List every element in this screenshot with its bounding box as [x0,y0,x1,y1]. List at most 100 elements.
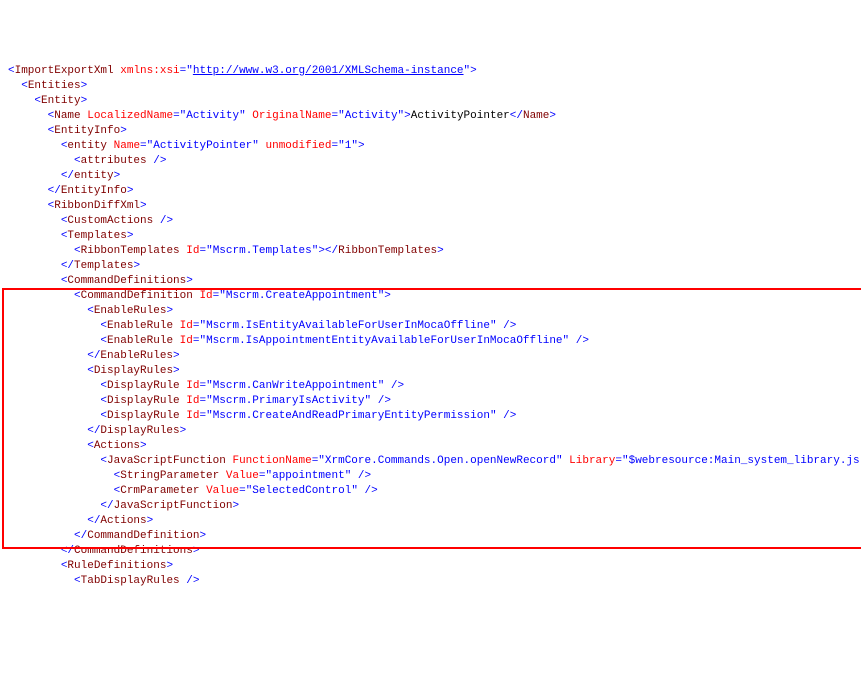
code-line[interactable]: <Entities> [8,79,853,94]
code-line[interactable]: </EnableRules> [8,349,853,364]
code-line[interactable]: </Actions> [8,514,853,529]
token: CustomActions [67,215,153,227]
token: </ [61,170,74,182]
code-line[interactable]: <CommandDefinitions> [8,274,853,289]
code-line[interactable]: </CommandDefinitions> [8,544,853,559]
token: Actions [94,440,140,452]
token: > [114,170,121,182]
token: = [173,110,180,122]
token: " [239,110,252,122]
token: xmlns:xsi [120,65,179,77]
code-line[interactable]: </DisplayRules> [8,424,853,439]
token: CommandDefinitions [74,545,193,557]
token: DisplayRule [107,410,180,422]
token: /> [153,215,173,227]
token: Id [186,245,199,257]
token: EntityInfo [54,125,120,137]
token: StringParameter [120,470,219,482]
token: XrmCore.Commands.Open.openNewRecord [325,455,556,467]
token: Id [180,335,193,347]
token: "> [351,140,364,152]
token: = [140,140,147,152]
token: Activity [186,110,239,122]
code-line[interactable]: <entity Name="ActivityPointer" unmodifie… [8,139,853,154]
token: RuleDefinitions [67,560,166,572]
code-line[interactable]: <Actions> [8,439,853,454]
token: " [206,245,213,257]
token: Id [180,320,193,332]
token: </ [510,110,523,122]
token: " /> [351,485,377,497]
code-line[interactable]: </JavaScriptFunction> [8,499,853,514]
token: Id [186,395,199,407]
token: " [556,455,569,467]
token: ImportExportXml [15,65,114,77]
token: > [127,230,134,242]
code-line[interactable]: <EntityInfo> [8,124,853,139]
token: > [173,365,180,377]
token: Mscrm.IsAppointmentEntityAvailableForUse… [206,335,562,347]
token: > [127,185,134,197]
code-line[interactable]: <StringParameter Value="appointment" /> [8,469,853,484]
code-line[interactable]: <DisplayRule Id="Mscrm.PrimaryIsActivity… [8,394,853,409]
token: CommandDefinitions [67,275,186,287]
token: < [74,575,81,587]
code-line[interactable]: </EntityInfo> [8,184,853,199]
token: ActivityPointer [411,110,510,122]
code-line[interactable]: <RibbonTemplates Id="Mscrm.Templates"></… [8,244,853,259]
token: Entity [41,95,81,107]
token [173,335,180,347]
code-line[interactable]: <EnableRule Id="Mscrm.IsAppointmentEntit… [8,334,853,349]
token: entity [67,140,107,152]
token: Mscrm.IsEntityAvailableForUserInMocaOffl… [206,320,490,332]
code-line[interactable]: <CommandDefinition Id="Mscrm.CreateAppoi… [8,289,853,304]
token: JavaScriptFunction [107,455,226,467]
token: < [21,80,28,92]
token: " /> [490,320,516,332]
token: =" [180,65,193,77]
xml-code-view[interactable]: <ImportExportXml xmlns:xsi="http://www.w… [8,64,853,589]
token: = [615,455,622,467]
token: " [206,395,213,407]
token: Entities [28,80,81,92]
token: < [74,155,81,167]
token: </ [87,350,100,362]
code-line[interactable]: <Name LocalizedName="Activity" OriginalN… [8,109,853,124]
code-line[interactable]: </Templates> [8,259,853,274]
code-line[interactable]: <DisplayRules> [8,364,853,379]
code-line[interactable]: <DisplayRule Id="Mscrm.CreateAndReadPrim… [8,409,853,424]
token: < [61,560,68,572]
token: </ [100,500,113,512]
code-line[interactable]: <attributes /> [8,154,853,169]
token: > [232,500,239,512]
code-line[interactable]: <ImportExportXml xmlns:xsi="http://www.w… [8,64,853,79]
code-line[interactable]: <DisplayRule Id="Mscrm.CanWriteAppointme… [8,379,853,394]
token: CommandDefinition [87,530,199,542]
token: DisplayRules [94,365,173,377]
code-line[interactable]: </entity> [8,169,853,184]
code-line[interactable]: <EnableRules> [8,304,853,319]
code-line[interactable]: </CommandDefinition> [8,529,853,544]
token: Actions [100,515,146,527]
code-line[interactable]: <TabDisplayRules /> [8,574,853,589]
code-line[interactable]: <JavaScriptFunction FunctionName="XrmCor… [8,454,853,469]
token: > [549,110,556,122]
token: Activity [345,110,398,122]
token: > [147,515,154,527]
token: Id [186,380,199,392]
code-line[interactable]: <CustomActions /> [8,214,853,229]
token: </ [74,530,87,542]
code-line[interactable]: <RibbonDiffXml> [8,199,853,214]
token: > [140,440,147,452]
token: Mscrm.PrimaryIsActivity [213,395,365,407]
code-line[interactable]: <Templates> [8,229,853,244]
code-line[interactable]: <Entity> [8,94,853,109]
code-line[interactable]: <RuleDefinitions> [8,559,853,574]
token: < [87,365,94,377]
code-line[interactable]: <EnableRule Id="Mscrm.IsEntityAvailableF… [8,319,853,334]
token: CommandDefinition [81,290,193,302]
code-line[interactable]: <CrmParameter Value="SelectedControl" /> [8,484,853,499]
token: Name [54,110,80,122]
token: RibbonTemplates [338,245,437,257]
token: appointment [272,470,345,482]
